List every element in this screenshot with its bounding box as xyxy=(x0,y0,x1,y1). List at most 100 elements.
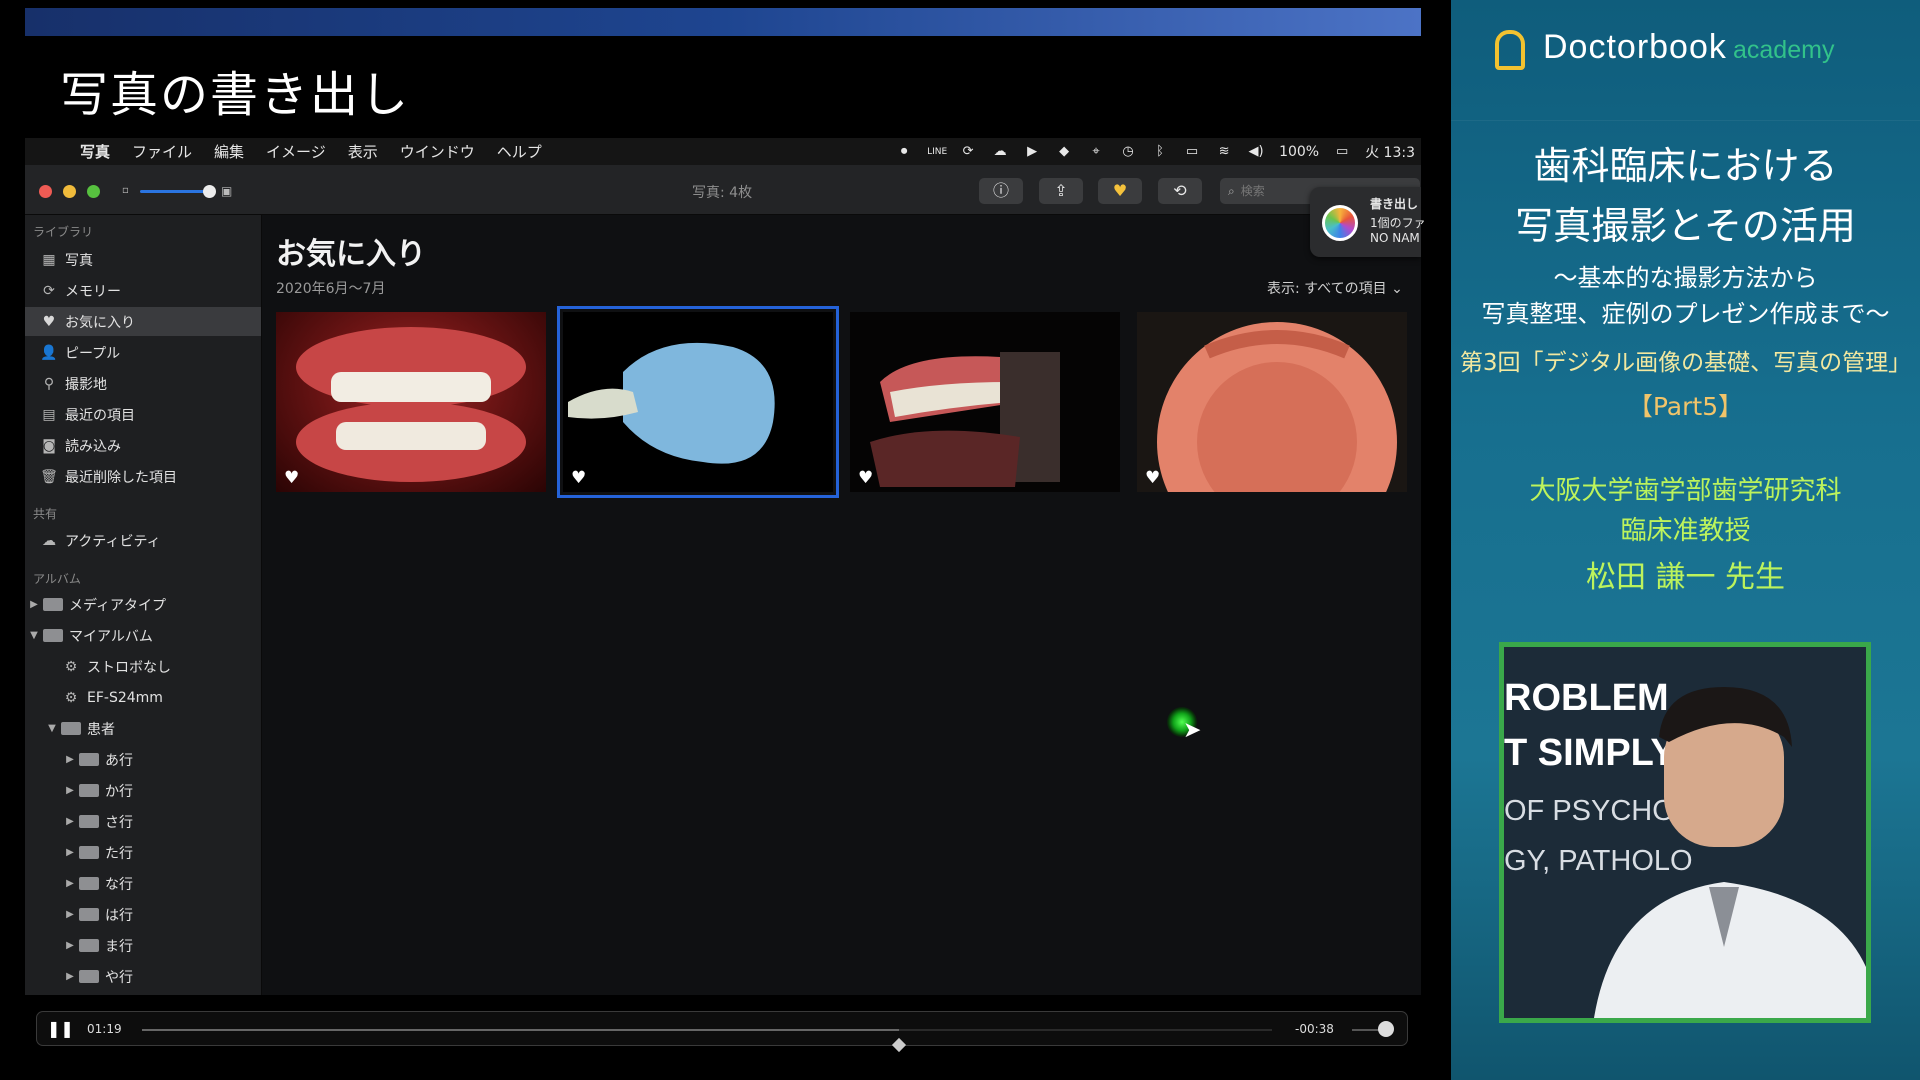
seek-bar[interactable] xyxy=(142,1029,1272,1053)
sidebar-item-media-types[interactable]: ▶ メディアタイプ xyxy=(25,590,261,619)
menu-window[interactable]: ウインドウ xyxy=(389,141,486,162)
zoom-slider[interactable] xyxy=(140,190,210,193)
sidebar-item-folder-na[interactable]: ▶ な行 xyxy=(25,869,261,898)
sidebar-item-folder-ha[interactable]: ▶ は行 xyxy=(25,900,261,929)
seek-bar-knob[interactable] xyxy=(892,1037,907,1053)
zoom-out-icon[interactable]: ▫ xyxy=(122,185,129,196)
menu-edit[interactable]: 編集 xyxy=(203,141,255,162)
battery-percent: 100% xyxy=(1279,143,1320,160)
folder-icon xyxy=(79,784,99,797)
menu-view[interactable]: 表示 xyxy=(337,141,389,162)
menu-file[interactable]: ファイル xyxy=(121,141,203,162)
sidebar-item-album-ef-s24mm[interactable]: ⚙ EF-S24mm xyxy=(25,683,261,712)
favorite-heart-icon[interactable]: ♥ xyxy=(284,468,299,488)
folder-icon xyxy=(79,815,99,828)
sidebar-item-memories[interactable]: ⟳ メモリー xyxy=(25,276,261,305)
record-icon[interactable]: ⏺ xyxy=(895,144,913,160)
maximize-button[interactable] xyxy=(87,185,100,198)
menu-image[interactable]: イメージ xyxy=(255,141,337,162)
chevron-right-icon[interactable]: ▶ xyxy=(65,847,75,858)
sidebar-item-people[interactable]: 👤 ピープル xyxy=(25,338,261,367)
heart-icon: ♥ xyxy=(1112,181,1128,200)
photo-thumbnail-impression-material[interactable]: ♥ xyxy=(557,306,839,498)
sidebar-item-label: は行 xyxy=(105,907,133,924)
slide-header-bar xyxy=(25,8,1421,36)
sidebar-item-folder-ma[interactable]: ▶ ま行 xyxy=(25,931,261,960)
heart-icon: ♥ xyxy=(42,313,56,330)
chevron-right-icon[interactable]: ▶ xyxy=(65,909,75,920)
chevron-right-icon[interactable]: ▶ xyxy=(65,940,75,951)
chevron-right-icon[interactable]: ▶ xyxy=(65,785,75,796)
chevron-right-icon[interactable]: ▶ xyxy=(65,816,75,827)
part-label: 【Part5】 xyxy=(1627,392,1744,421)
sidebar-item-label: 最近の項目 xyxy=(65,407,135,424)
photo-thumbnail-dentures-side[interactable]: ♥ xyxy=(850,312,1120,492)
mouse-cursor-icon: ➤ xyxy=(1183,718,1202,743)
close-button[interactable] xyxy=(39,185,52,198)
chevron-down-icon[interactable]: ▼ xyxy=(29,630,39,641)
rotate-button[interactable]: ⟲ xyxy=(1158,178,1202,204)
target-icon[interactable]: ⌖ xyxy=(1087,144,1105,160)
airplay-icon[interactable]: ▭ xyxy=(1183,144,1201,160)
sidebar-item-label: な行 xyxy=(105,876,133,893)
play-icon[interactable]: ▶ xyxy=(1023,144,1041,160)
battery-icon[interactable]: ▭ xyxy=(1333,144,1351,160)
menu-photos[interactable]: 写真 xyxy=(69,141,121,162)
zoom-in-icon[interactable]: ▣ xyxy=(221,184,232,198)
sidebar-item-label: マイアルバム xyxy=(69,628,153,645)
sidebar-item-folder-ka[interactable]: ▶ か行 xyxy=(25,776,261,805)
sidebar-item-import[interactable]: ◙ 読み込み xyxy=(25,431,261,460)
doctorbook-logo-icon xyxy=(1495,30,1525,70)
view-filter-dropdown[interactable]: 表示: すべての項目 ⌄ xyxy=(1267,278,1403,298)
info-button[interactable]: ⓘ xyxy=(979,178,1023,204)
menu-help[interactable]: ヘルプ xyxy=(486,141,553,162)
sidebar-item-favorites[interactable]: ♥ お気に入り xyxy=(25,307,261,336)
sidebar-item-album-no-strobe[interactable]: ⚙ ストロボなし xyxy=(25,652,261,681)
folder-icon xyxy=(79,753,99,766)
bluetooth-icon[interactable]: ᛒ xyxy=(1151,144,1169,160)
sidebar-item-recent[interactable]: ▤ 最近の項目 xyxy=(25,400,261,429)
chevron-right-icon[interactable]: ▶ xyxy=(65,878,75,889)
dropbox-icon[interactable]: ◆ xyxy=(1055,144,1073,160)
sidebar-item-patients[interactable]: ▼ 患者 xyxy=(25,714,261,743)
time-machine-icon[interactable]: ◷ xyxy=(1119,144,1137,160)
share-button[interactable]: ⇪ xyxy=(1039,178,1083,204)
sync-icon[interactable]: ⟳ xyxy=(959,144,977,160)
course-info-panel: Doctorbook academy 歯科臨床における 写真撮影とその活用 〜基… xyxy=(1451,0,1920,1080)
chevron-right-icon[interactable]: ▶ xyxy=(65,971,75,982)
photo-thumbnail-dentures-front[interactable]: ♥ xyxy=(276,312,546,492)
sidebar-item-folder-ta[interactable]: ▶ た行 xyxy=(25,838,261,867)
sidebar-item-my-albums[interactable]: ▼ マイアルバム xyxy=(25,621,261,650)
minimize-button[interactable] xyxy=(63,185,76,198)
favorite-button[interactable]: ♥ xyxy=(1098,178,1142,204)
memories-icon: ⟳ xyxy=(43,282,55,299)
sidebar-item-label: メモリー xyxy=(65,283,121,300)
line-icon[interactable]: LINE xyxy=(927,144,947,160)
sidebar-item-folder-sa[interactable]: ▶ さ行 xyxy=(25,807,261,836)
zoom-slider-knob[interactable] xyxy=(203,185,216,198)
volume-slider-knob[interactable] xyxy=(1378,1021,1394,1037)
sidebar-item-folder-ya[interactable]: ▶ や行 xyxy=(25,962,261,991)
window-toolbar: ▫ ▣ 写真: 4枚 ⓘ ⇪ ♥ ⟲ ⌕ 検索 xyxy=(25,165,1421,215)
sidebar-item-photos[interactable]: ▦ 写真 xyxy=(25,245,261,274)
favorite-heart-icon[interactable]: ♥ xyxy=(858,468,873,488)
speaker-avatar xyxy=(1594,687,1866,1018)
menubar-clock[interactable]: 火 13:3 xyxy=(1365,142,1415,162)
favorite-heart-icon[interactable]: ♥ xyxy=(1145,468,1160,488)
sidebar-item-label: ストロボなし xyxy=(87,659,171,676)
favorite-heart-icon[interactable]: ♥ xyxy=(571,468,586,488)
sidebar-item-activity[interactable]: ☁ アクティビティ xyxy=(25,526,261,555)
pause-button[interactable]: ❚❚ xyxy=(47,1019,74,1038)
cloud-icon[interactable]: ☁ xyxy=(991,144,1009,160)
wifi-icon[interactable]: ≋ xyxy=(1215,144,1233,160)
chevron-right-icon[interactable]: ▶ xyxy=(29,599,39,610)
sidebar-item-recently-deleted[interactable]: 🗑 最近削除した項目 xyxy=(25,462,261,491)
sidebar-item-places[interactable]: ⚲ 撮影地 xyxy=(25,369,261,398)
chevron-down-icon[interactable]: ▼ xyxy=(47,723,57,734)
photo-thumbnail-palate-cast[interactable]: ♥ xyxy=(1137,312,1407,492)
volume-icon[interactable]: ◀) xyxy=(1247,144,1265,160)
chevron-right-icon[interactable]: ▶ xyxy=(65,754,75,765)
sidebar-item-folder-a[interactable]: ▶ あ行 xyxy=(25,745,261,774)
export-notification[interactable]: 書き出し 1個のファ NO NAM xyxy=(1310,187,1426,257)
sidebar-item-label: あ行 xyxy=(105,752,133,769)
